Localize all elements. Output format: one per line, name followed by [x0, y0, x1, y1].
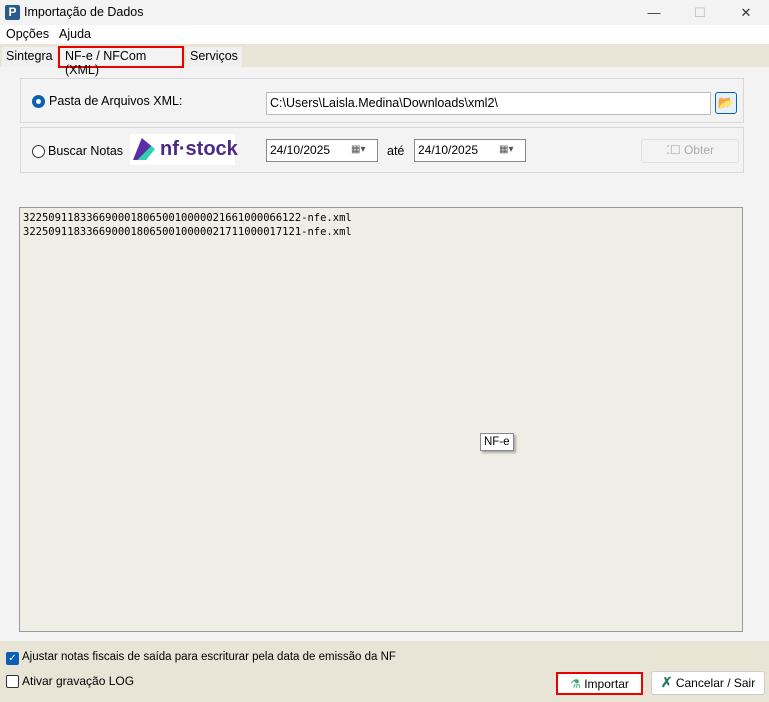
adjust-checkbox[interactable]: ✓: [6, 652, 19, 665]
nfstock-logo: nf·stock: [130, 134, 238, 165]
cancel-button[interactable]: ✗ Cancelar / Sair: [651, 671, 765, 695]
list-item[interactable]: 3225091183366900018065001000002171100001…: [23, 225, 739, 239]
close-button[interactable]: ✕: [723, 0, 769, 25]
tab-nfe-xml[interactable]: NF-e / NFCom (XML): [58, 46, 184, 77]
date-from-value: 24/10/2025: [270, 143, 331, 157]
date-to-input[interactable]: 24/10/2025 ▦▾: [414, 139, 526, 162]
obter-button[interactable]: ⁚☐ Obter: [641, 139, 739, 163]
import-icon: ⚗: [570, 677, 581, 691]
folder-label: Pasta de Arquivos XML:: [49, 94, 183, 108]
obter-label: Obter: [683, 143, 714, 157]
tab-servicos[interactable]: Serviços: [186, 47, 242, 67]
date-to-value: 24/10/2025: [418, 143, 479, 157]
window-title: Importação de Dados: [24, 5, 144, 19]
search-label: Buscar Notas: [48, 144, 124, 158]
log-label: Ativar gravação LOG: [22, 674, 135, 688]
minimize-button[interactable]: —: [631, 0, 677, 25]
log-checkbox[interactable]: [6, 675, 19, 688]
file-list[interactable]: 3225091183366900018065001000002166100006…: [19, 207, 743, 632]
list-item[interactable]: 3225091183366900018065001000002166100006…: [23, 211, 739, 225]
open-folder-icon[interactable]: 📂: [715, 92, 737, 114]
import-button[interactable]: ⚗ Importar: [556, 672, 643, 695]
adjust-label: Ajustar notas fiscais de saída para escr…: [22, 651, 396, 663]
cancel-label: Cancelar / Sair: [675, 676, 756, 690]
date-from-input[interactable]: 24/10/2025 ▦▾: [266, 139, 378, 162]
calendar-icon[interactable]: ▦▾: [351, 144, 373, 158]
folder-radio[interactable]: [32, 95, 45, 108]
menu-opcoes[interactable]: Opções: [6, 27, 49, 41]
calendar-icon[interactable]: ▦▾: [499, 144, 521, 158]
menu-ajuda[interactable]: Ajuda: [59, 27, 91, 41]
nfstock-logo-mark: [133, 138, 155, 160]
obter-icon: ⁚☐: [666, 143, 684, 157]
tab-sintegra[interactable]: Sintegra: [2, 47, 57, 67]
app-icon: P: [5, 5, 20, 20]
search-radio[interactable]: [32, 145, 45, 158]
x-icon: ✗: [660, 674, 673, 690]
menu-bar: [0, 25, 769, 44]
maximize-button[interactable]: ☐: [677, 0, 723, 25]
import-label: Importar: [584, 677, 629, 691]
search-group: [20, 127, 744, 173]
until-label: até: [387, 144, 405, 158]
folder-path-input[interactable]: C:\Users\Laisla.Medina\Downloads\xml2\: [266, 92, 711, 115]
tooltip: NF-e: [480, 433, 514, 451]
